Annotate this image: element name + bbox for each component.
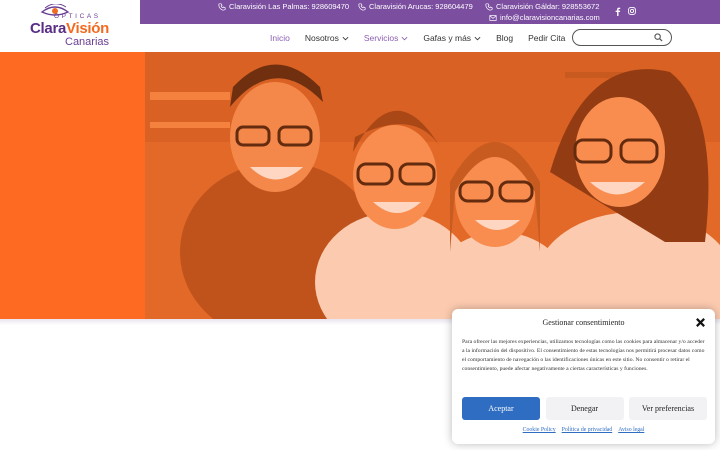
deny-button[interactable]: Denegar (545, 397, 624, 420)
main-nav: Inicio Nosotros Servicios Gafas y más Bl… (270, 28, 580, 48)
contact-galdar[interactable]: Claravisión Gáldar: 928553672 (485, 2, 599, 11)
phone-icon (218, 2, 226, 11)
nav-item-label: Blog (496, 33, 514, 43)
phone-icon (485, 2, 493, 11)
nav-item-blog[interactable]: Blog (496, 33, 513, 43)
family-photo (145, 52, 720, 319)
preferences-button[interactable]: Ver preferencias (629, 397, 707, 420)
contact-email[interactable]: info@claravisioncanarias.com (489, 13, 600, 22)
cookie-links: Cookie Policy Política de privacidad Avi… (452, 427, 715, 433)
cookie-body-text: Para ofrecer las mejores experiencias, u… (462, 339, 705, 373)
hero-side-panel (0, 52, 146, 319)
contact-arucas[interactable]: Claravisión Arucas: 928604479 (358, 2, 473, 11)
cookie-buttons: Aceptar Denegar Ver preferencias (462, 397, 707, 420)
nav-item-label: Inicio (270, 33, 290, 43)
accept-button[interactable]: Aceptar (462, 397, 540, 420)
logo-brand: ClaraVisión (30, 20, 109, 37)
nav-item-nosotros[interactable]: Nosotros (305, 33, 349, 43)
nav-item-pedir-cita[interactable]: Pedir Cita (528, 33, 565, 43)
contact-text: Claravisión Gáldar: 928553672 (496, 2, 600, 11)
legal-notice-link[interactable]: Aviso legal (618, 427, 644, 433)
chevron-down-icon (474, 36, 481, 40)
page: OPTICAS ClaraVisión Canarias Claravisión… (0, 0, 720, 450)
search-icon[interactable] (654, 33, 663, 42)
logo-city: Canarias (65, 36, 110, 48)
contact-text: Claravisión Arucas: 928604479 (369, 2, 473, 11)
nav-item-inicio[interactable]: Inicio (270, 33, 290, 43)
chevron-down-icon (342, 36, 349, 40)
contact-text: info@claravisioncanarias.com (500, 13, 600, 22)
chevron-down-icon (401, 36, 408, 40)
nav-item-label: Gafas y más (423, 33, 472, 43)
facebook-icon[interactable] (614, 7, 621, 16)
contact-text: Claravisión Las Palmas: 928609470 (229, 2, 350, 11)
logo-brand-clara: Clara (30, 20, 67, 37)
logo-opticas: OPTICAS (54, 13, 101, 20)
search-input[interactable] (579, 33, 659, 48)
cookie-consent-dialog: Gestionar consentimiento Para ofrecer la… (452, 309, 715, 444)
contact-las-palmas[interactable]: Claravisión Las Palmas: 928609470 (218, 2, 349, 11)
cookie-policy-link[interactable]: Cookie Policy (523, 427, 556, 433)
privacy-policy-link[interactable]: Política de privacidad (562, 427, 613, 433)
instagram-icon[interactable] (628, 7, 636, 15)
site-logo[interactable]: OPTICAS ClaraVisión Canarias (28, 4, 118, 48)
close-icon[interactable] (695, 317, 706, 328)
nav-item-label: Servicios (363, 33, 399, 43)
phone-icon (358, 2, 366, 11)
nav-item-servicios[interactable]: Servicios (364, 33, 408, 43)
mail-icon (489, 14, 497, 21)
nav-item-label: Nosotros (304, 33, 339, 43)
contact-bar: Claravisión Las Palmas: 928609470 Clarav… (140, 0, 720, 24)
nav-item-label: Pedir Cita (528, 33, 566, 43)
cookie-title: Gestionar consentimiento (542, 318, 625, 327)
social-links (614, 7, 636, 16)
search-box (572, 29, 672, 48)
hero-image (145, 52, 720, 319)
logo-brand-vision: Visión (66, 20, 109, 37)
nav-item-gafas[interactable]: Gafas y más (423, 33, 481, 43)
